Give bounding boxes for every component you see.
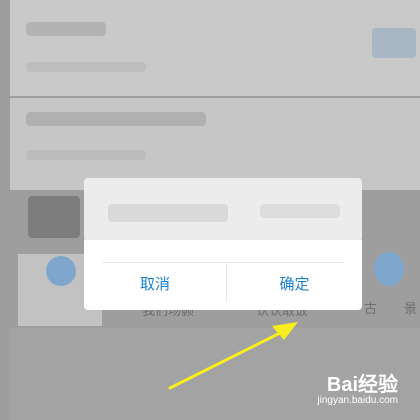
baidu-watermark: Bai经验 jingyan.baidu.com [317, 368, 398, 406]
watermark-brand: Bai经验 [326, 374, 398, 396]
annotation-arrow-icon [168, 322, 298, 390]
watermark-url: jingyan.baidu.com [317, 395, 398, 406]
